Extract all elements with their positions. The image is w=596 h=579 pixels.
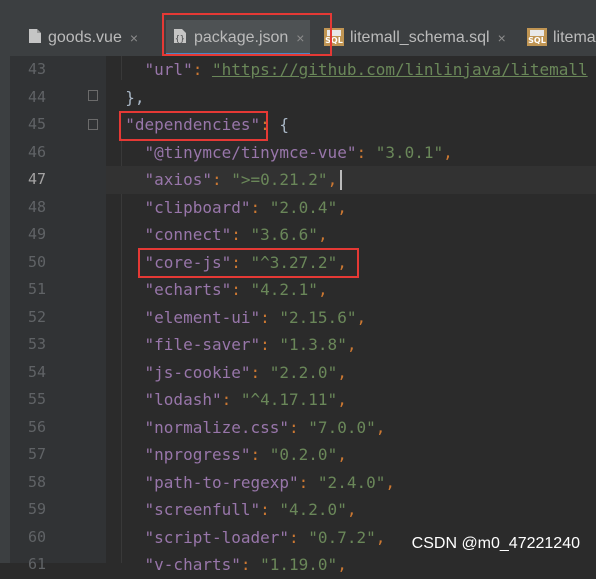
fold-start-icon[interactable]: [88, 119, 98, 130]
json-url-value[interactable]: "https://github.com/linlinjava/litemall: [212, 60, 588, 79]
code-line: "v-charts": "1.19.0",: [144, 555, 347, 574]
line-number: 56: [27, 418, 46, 436]
json-value: "3.0.1": [375, 142, 444, 162]
line-number: 51: [27, 280, 46, 298]
tab-label: litemall_schema.sql: [350, 29, 490, 46]
sql-badge: SQL: [324, 28, 344, 46]
json-value: "2.0.4": [269, 197, 338, 217]
line-number: 57: [27, 445, 46, 463]
line-number: 52: [27, 308, 46, 326]
svg-text:{}: {}: [175, 34, 185, 43]
code-line: "url": "https://github.com/linlinjava/li…: [144, 60, 588, 79]
tool-window-strip: [0, 56, 10, 563]
json-value: "4.2.0": [279, 500, 347, 519]
line-number: 49: [27, 225, 46, 243]
line-number: 60: [27, 528, 46, 546]
json-brace: },: [125, 87, 145, 107]
json-key: "echarts": [144, 280, 232, 299]
line-number: 46: [27, 143, 46, 161]
line-number: 43: [27, 60, 46, 78]
tab-package-json[interactable]: {} package.json ×: [166, 20, 311, 56]
sql-file-icon: SQL: [527, 28, 547, 48]
code-line: "js-cookie": "2.2.0",: [144, 362, 347, 382]
json-key: "path-to-regexp": [144, 472, 299, 492]
tab-litema[interactable]: SQL litema: [527, 20, 596, 56]
json-value: "2.4.0": [317, 472, 386, 492]
json-key: "clipboard": [144, 197, 251, 217]
close-icon[interactable]: ×: [296, 30, 304, 46]
json-key: "normalize.css": [144, 417, 290, 437]
code-line: "core-js": "^3.27.2",: [144, 252, 347, 272]
json-key: "script-loader": [144, 527, 290, 547]
line-number: 58: [27, 473, 46, 491]
code-line: "file-saver": "1.3.8",: [144, 335, 357, 354]
code-line: "element-ui": "2.15.6",: [144, 307, 367, 327]
vue-file-icon: [28, 28, 42, 49]
json-value: "0.7.2": [308, 527, 376, 547]
json-value: "2.2.0": [269, 362, 338, 382]
code-line: "script-loader": "0.7.2",: [144, 527, 386, 547]
json-key: "dependencies": [125, 115, 261, 134]
line-number: 44: [27, 88, 46, 106]
line-number: 53: [27, 335, 46, 353]
line-number: 50: [27, 253, 46, 271]
json-value: "^3.27.2": [250, 252, 338, 272]
line-number: 59: [27, 500, 46, 518]
json-brace: {: [279, 115, 290, 134]
fold-end-icon[interactable]: [88, 90, 98, 101]
code-line-current: "axios": ">=0.21.2",: [106, 166, 596, 194]
tab-litemall-schema-sql[interactable]: SQL litemall_schema.sql ×: [324, 20, 506, 56]
text-caret: [340, 170, 342, 190]
json-key: "v-charts": [144, 555, 241, 574]
line-number: 45: [27, 115, 46, 133]
close-icon[interactable]: ×: [498, 30, 506, 46]
tab-goods-vue[interactable]: goods.vue ×: [28, 20, 138, 56]
json-value: "0.2.0": [269, 445, 338, 464]
code-line: "normalize.css": "7.0.0",: [144, 417, 386, 437]
json-value: "^4.17.11": [240, 390, 338, 409]
json-key: "url": [144, 60, 193, 79]
code-line: "path-to-regexp": "2.4.0",: [144, 472, 395, 492]
line-number: 55: [27, 390, 46, 408]
json-key: "js-cookie": [144, 362, 251, 382]
json-value: ">=0.21.2": [231, 170, 328, 189]
tab-label: litema: [553, 29, 596, 46]
json-key: "core-js": [144, 252, 232, 272]
code-line: "echarts": "4.2.1",: [144, 280, 328, 299]
json-value: "3.6.6": [250, 225, 318, 244]
json-value: "1.19.0": [260, 555, 338, 574]
json-key: "file-saver": [144, 335, 261, 354]
line-number: 54: [27, 363, 46, 381]
code-line: "screenfull": "4.2.0",: [144, 500, 357, 519]
tab-label: goods.vue: [48, 29, 122, 46]
json-key: "connect": [144, 225, 232, 244]
json-key: "lodash": [144, 390, 222, 409]
line-number: 61: [27, 555, 46, 573]
tab-label: package.json: [194, 29, 289, 46]
code-line: "nprogress": "0.2.0",: [144, 445, 347, 464]
code-line: "lodash": "^4.17.11",: [144, 390, 347, 409]
code-line: "connect": "3.6.6",: [144, 225, 328, 244]
code-line: "clipboard": "2.0.4",: [144, 197, 347, 217]
json-value: "7.0.0": [308, 417, 376, 437]
line-number-current: 47: [27, 170, 46, 188]
json-key: "element-ui": [144, 307, 261, 327]
json-value: "4.2.1": [250, 280, 318, 299]
code-line: "@tinymce/tinymce-vue": "3.0.1",: [144, 142, 453, 162]
editor-tab-bar: goods.vue × {} package.json × SQL litema…: [0, 0, 596, 56]
sql-file-icon: SQL: [324, 28, 344, 48]
json-key: "nprogress": [144, 445, 251, 464]
watermark-text: CSDN @m0_47221240: [411, 535, 580, 552]
json-key: "@tinymce/tinymce-vue": [144, 142, 357, 162]
code-line: "dependencies": {: [125, 115, 290, 134]
close-icon[interactable]: ×: [130, 30, 138, 46]
json-key: "screenfull": [144, 500, 261, 519]
json-key: "axios": [144, 170, 212, 189]
json-value: "2.15.6": [279, 307, 357, 327]
sql-badge: SQL: [527, 28, 547, 46]
line-number: 48: [27, 198, 46, 216]
json-value: "1.3.8": [279, 335, 347, 354]
code-line: },: [106, 84, 145, 112]
json-file-icon: {}: [172, 28, 188, 49]
